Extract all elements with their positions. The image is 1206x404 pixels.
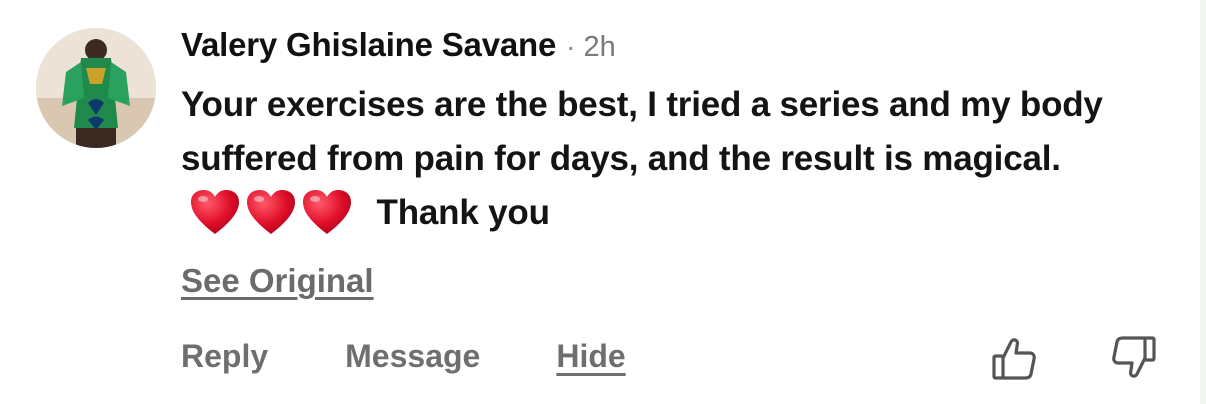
- avatar-photo: [36, 28, 156, 148]
- reply-button[interactable]: Reply: [181, 338, 268, 375]
- comment-header: Valery Ghislaine Savane · 2h: [181, 26, 1171, 70]
- red-heart-icon: [247, 189, 295, 234]
- red-heart-icon: [191, 189, 239, 234]
- comment-text: Your exercises are the best, I tried a s…: [181, 78, 1171, 240]
- meta-separator: ·: [566, 31, 576, 62]
- see-original-link[interactable]: See Original: [181, 262, 374, 300]
- red-heart-icon: [303, 189, 351, 234]
- thumbs-up-icon: [992, 338, 1036, 380]
- author-name[interactable]: Valery Ghislaine Savane: [181, 26, 556, 64]
- thumbs-down-icon: [1112, 336, 1156, 378]
- comment: Valery Ghislaine Savane · 2h Your exerci…: [181, 26, 1171, 300]
- message-button[interactable]: Message: [345, 338, 480, 375]
- timestamp: 2h: [583, 31, 616, 63]
- comment-actions: Reply Message Hide: [181, 338, 626, 375]
- comment-text-end: Thank you: [376, 193, 550, 232]
- downvote-button[interactable]: [1110, 334, 1158, 382]
- scroll-edge: [1200, 0, 1206, 404]
- avatar[interactable]: [36, 28, 156, 148]
- upvote-button[interactable]: [990, 334, 1038, 382]
- heart-emojis: [189, 188, 353, 236]
- hide-button[interactable]: Hide: [556, 338, 625, 375]
- comment-text-main: Your exercises are the best, I tried a s…: [181, 85, 1103, 178]
